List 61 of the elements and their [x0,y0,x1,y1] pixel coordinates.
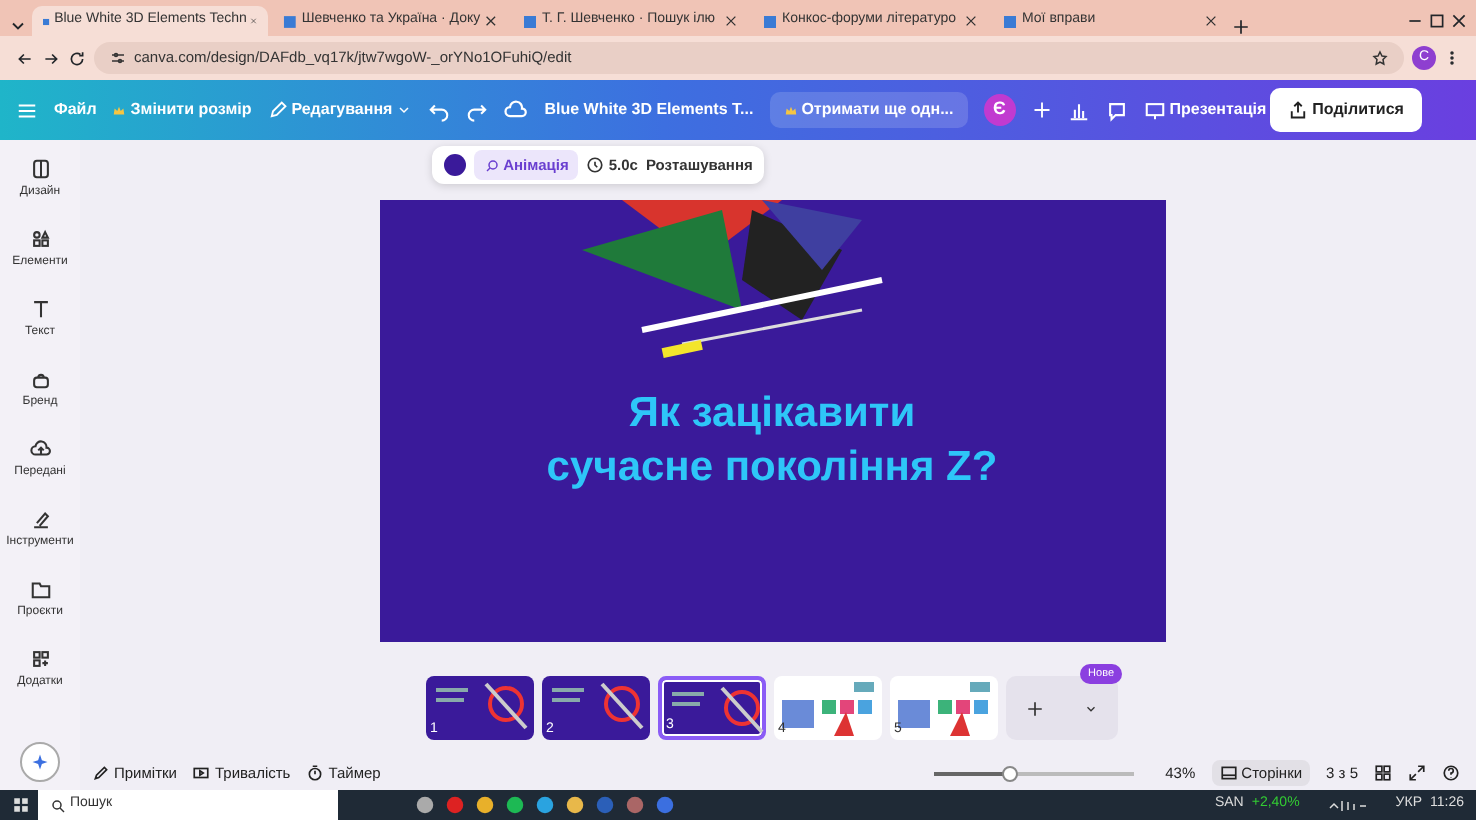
add-icon[interactable] [1031,100,1052,120]
design-title[interactable]: Blue White 3D Elements T... [544,98,754,122]
duration-icon [192,764,211,782]
slider-handle[interactable] [1001,765,1018,781]
more-icon[interactable] [1444,50,1460,66]
help-icon[interactable] [1442,764,1460,782]
cloud-icon[interactable] [504,98,529,122]
slide-canvas[interactable]: Як зацікавити сучасне покоління Z? [379,200,1165,642]
close-icon[interactable] [1204,14,1218,28]
restore-icon[interactable] [1428,12,1446,30]
undo-icon[interactable] [428,99,451,121]
add-page-button[interactable] [1006,676,1118,740]
page-icon [1002,13,1018,29]
reload-icon[interactable] [68,49,86,67]
apps-icon [29,647,51,669]
add-icon [1026,699,1044,717]
back-icon[interactable] [16,49,34,67]
chart-icon[interactable] [1067,99,1090,121]
crown-icon [783,103,798,117]
slide-title[interactable]: Як зацікавити сучасне покоління Z? [546,386,998,496]
user-avatar[interactable]: Є [983,94,1016,126]
text-icon [29,297,51,319]
presentation-icon [1143,99,1166,121]
new-tab-icon[interactable] [1232,18,1250,36]
forward-icon[interactable] [42,49,60,67]
color-swatch[interactable] [443,154,466,176]
page-icon [282,13,298,29]
grid-icon[interactable] [1374,764,1392,782]
page-icon [522,13,538,29]
layout-icon [29,157,51,179]
site-info-icon [110,50,126,66]
close-icon[interactable] [1450,12,1468,30]
page-icon [42,13,51,29]
windows-icon[interactable] [12,796,30,814]
pencil-icon [29,507,51,529]
search-icon [50,797,66,813]
share-button[interactable]: Поділитися [1270,88,1422,132]
pencil-icon [267,100,288,120]
page-icon [762,13,778,29]
star-icon[interactable] [1372,50,1388,66]
timer-icon [306,764,325,782]
sparkle-icon [30,752,50,772]
close-icon[interactable] [724,14,738,28]
close-icon[interactable] [484,14,498,28]
shapes-icon [29,227,51,249]
caret-icon [396,102,413,118]
close-icon[interactable] [964,14,978,28]
caret-icon[interactable] [1084,701,1098,715]
menu-icon[interactable] [16,99,38,121]
fullscreen-icon[interactable] [1408,764,1426,782]
share-icon [1288,100,1309,120]
crown-icon [112,103,127,117]
notes-icon [92,764,110,782]
present-button[interactable]: Презентація [1143,98,1267,122]
redo-icon[interactable] [466,99,489,121]
magic-button[interactable] [20,742,60,782]
upgrade-button[interactable]: Отримати ще одн... [769,92,968,128]
upload-icon [29,437,51,459]
clock-icon [586,156,605,174]
comment-icon[interactable] [1105,99,1128,121]
pages-icon [1219,764,1238,782]
